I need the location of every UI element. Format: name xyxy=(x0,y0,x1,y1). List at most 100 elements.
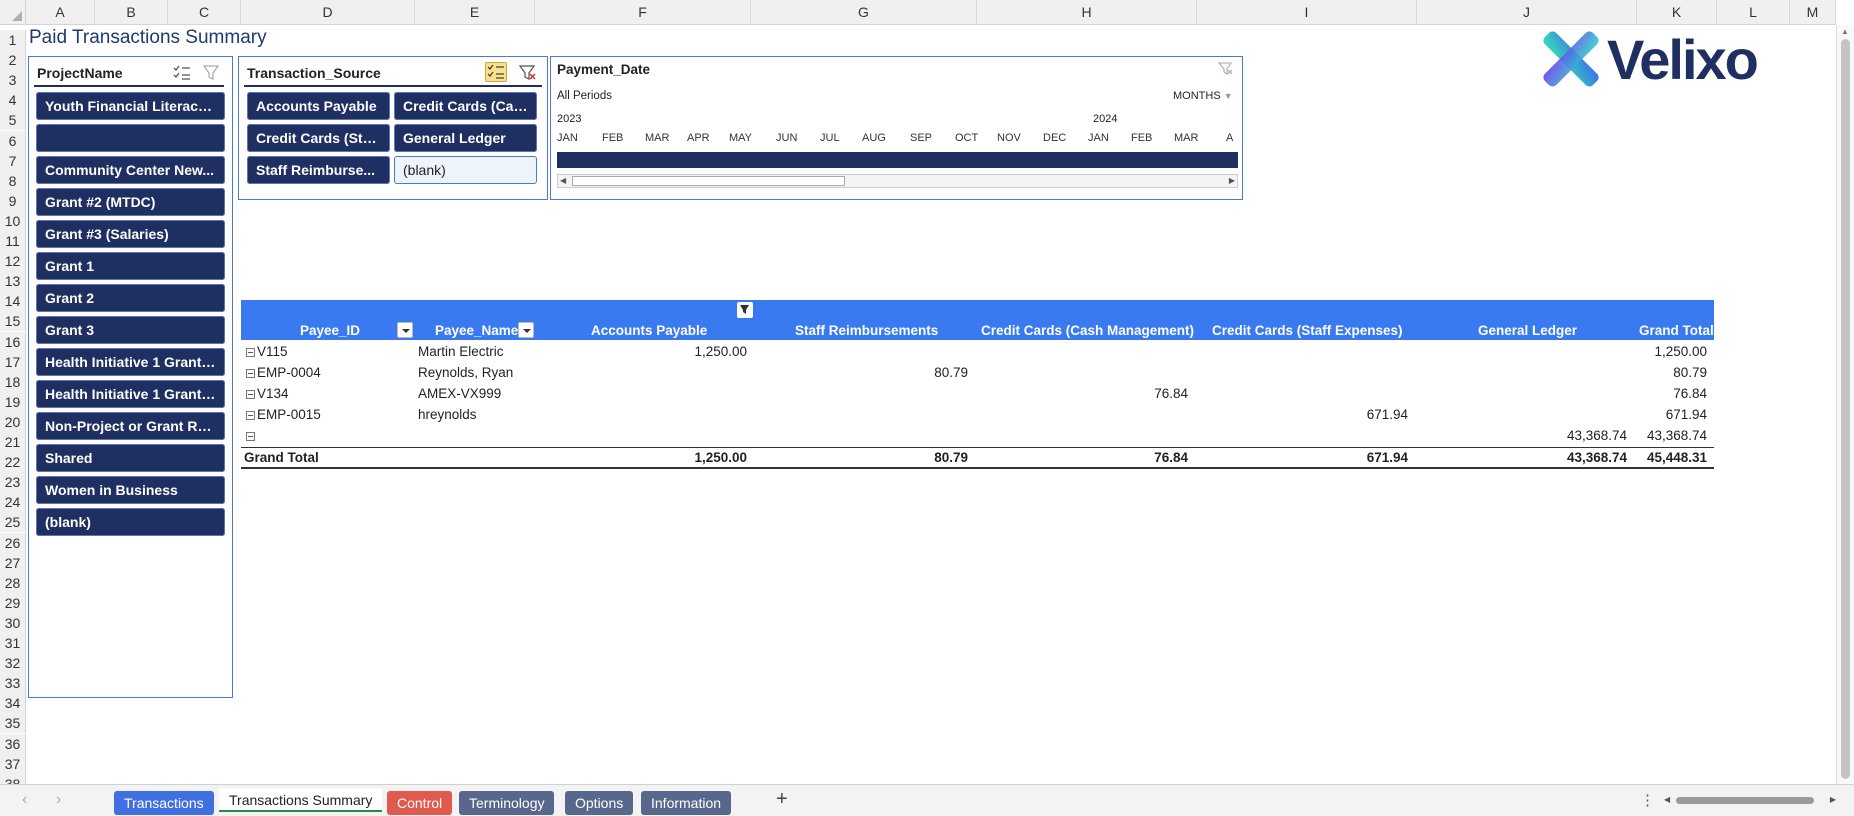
timeline-month[interactable]: JAN xyxy=(1088,132,1109,144)
project-slicer-item[interactable]: Non-Project or Grant Rel... xyxy=(36,412,225,440)
row-header-36[interactable]: 36 xyxy=(0,733,26,754)
scroll-up-icon[interactable]: ▲ xyxy=(1841,27,1849,36)
row-header-30[interactable]: 30 xyxy=(0,612,26,633)
row-header-31[interactable]: 31 xyxy=(0,633,26,653)
project-slicer[interactable]: ProjectName Youth Financial Literacy... C… xyxy=(28,56,233,698)
timeline-month[interactable]: SEP xyxy=(910,132,932,144)
multi-select-icon[interactable] xyxy=(171,63,193,83)
timeline-month[interactable]: MAR xyxy=(645,132,669,144)
timeline-month[interactable]: MAY xyxy=(729,132,752,144)
row-header-15[interactable]: 15 xyxy=(0,311,26,332)
source-slicer-item[interactable]: General Ledger xyxy=(394,124,537,152)
column-header-m[interactable]: M xyxy=(1790,0,1836,25)
project-slicer-item[interactable]: Grant 1 xyxy=(36,252,225,280)
payee-name-filter-dropdown[interactable] xyxy=(518,322,534,338)
row-header-5[interactable]: 5 xyxy=(0,110,26,131)
source-slicer-item[interactable]: Credit Cards (Sta... xyxy=(247,124,390,152)
column-header-a[interactable]: A xyxy=(26,0,95,25)
scroll-right-icon[interactable]: ▶ xyxy=(1830,795,1836,804)
project-slicer-item[interactable]: Health Initiative 1 Grant ... xyxy=(36,348,225,376)
collapse-row-icon[interactable] xyxy=(246,369,255,378)
row-header-27[interactable]: 27 xyxy=(0,552,26,573)
select-all-corner[interactable] xyxy=(0,0,26,25)
project-slicer-item[interactable]: Community Center New... xyxy=(36,156,225,184)
clear-filter-icon[interactable] xyxy=(517,63,539,83)
sheet-tab[interactable]: Control xyxy=(387,791,453,815)
timeline-month[interactable]: FEB xyxy=(1131,132,1152,144)
column-header-l[interactable]: L xyxy=(1717,0,1790,25)
source-slicer-item[interactable]: Accounts Payable xyxy=(247,92,390,120)
timeline-month[interactable]: JAN xyxy=(557,132,578,144)
timeline-selection-bar[interactable] xyxy=(557,152,1238,168)
column-header-h[interactable]: H xyxy=(977,0,1197,25)
row-header-32[interactable]: 32 xyxy=(0,653,26,674)
sheet-tab[interactable]: Options xyxy=(565,791,634,815)
column-header-i[interactable]: I xyxy=(1197,0,1417,25)
timeline-level-dropdown[interactable]: MONTHS ▼ xyxy=(1173,90,1233,102)
horizontal-scrollbar[interactable]: ◀ ▶ xyxy=(1664,794,1836,808)
sheet-tab[interactable]: Terminology xyxy=(459,791,555,815)
project-slicer-item[interactable]: Grant #3 (Salaries) xyxy=(36,220,225,248)
source-slicer-item[interactable]: Credit Cards (Cas... xyxy=(394,92,537,120)
timeline-scroll-thumb[interactable] xyxy=(572,176,845,186)
row-header-6[interactable]: 6 xyxy=(0,130,26,151)
row-header-18[interactable]: 18 xyxy=(0,371,26,392)
row-header-13[interactable]: 13 xyxy=(0,271,26,292)
row-header-1[interactable]: 1 xyxy=(0,30,26,50)
row-header-3[interactable]: 3 xyxy=(0,70,26,91)
row-header-35[interactable]: 35 xyxy=(0,713,26,734)
row-header-2[interactable]: 2 xyxy=(0,50,26,71)
project-slicer-item[interactable]: Youth Financial Literacy... xyxy=(36,92,225,120)
vertical-scrollbar[interactable]: ▲ xyxy=(1836,25,1854,784)
clear-filter-icon[interactable] xyxy=(201,63,223,83)
collapse-row-icon[interactable] xyxy=(246,432,255,441)
scroll-left-icon[interactable]: ◀ xyxy=(560,176,566,185)
payment-date-timeline[interactable]: Payment_Date All Periods MONTHS ▼ 2023 2… xyxy=(550,56,1243,200)
source-slicer-item[interactable]: (blank) xyxy=(394,156,537,184)
column-header-c[interactable]: C xyxy=(168,0,241,25)
row-header-20[interactable]: 20 xyxy=(0,411,26,432)
scroll-left-icon[interactable]: ◀ xyxy=(1664,795,1670,804)
timeline-month[interactable]: A xyxy=(1226,132,1233,144)
row-header-21[interactable]: 21 xyxy=(0,432,26,452)
more-options-icon[interactable]: ⋮ xyxy=(1640,791,1655,809)
row-header-28[interactable]: 28 xyxy=(0,572,26,593)
collapse-row-icon[interactable] xyxy=(246,348,255,357)
column-header-j[interactable]: J xyxy=(1417,0,1637,25)
timeline-scrollbar[interactable]: ◀ ▶ xyxy=(557,174,1238,188)
project-slicer-item[interactable]: Women in Business xyxy=(36,476,225,504)
row-header-14[interactable]: 14 xyxy=(0,291,26,312)
row-header-26[interactable]: 26 xyxy=(0,532,26,553)
sheet-tab[interactable]: Transactions xyxy=(114,791,214,815)
timeline-month[interactable]: JUL xyxy=(820,132,840,144)
row-header-34[interactable]: 34 xyxy=(0,693,26,714)
add-sheet-icon[interactable]: + xyxy=(776,788,788,811)
project-slicer-item[interactable]: Grant #2 (MTDC) xyxy=(36,188,225,216)
timeline-month[interactable]: OCT xyxy=(955,132,978,144)
multi-select-icon[interactable] xyxy=(485,62,507,82)
row-header-11[interactable]: 11 xyxy=(0,231,26,251)
scroll-right-icon[interactable]: ▶ xyxy=(1229,176,1235,185)
collapse-row-icon[interactable] xyxy=(246,411,255,420)
source-slicer-item[interactable]: Staff Reimburse... xyxy=(247,156,390,184)
row-header-24[interactable]: 24 xyxy=(0,492,26,513)
project-slicer-item[interactable]: (blank) xyxy=(36,508,225,536)
project-slicer-item[interactable]: Shared xyxy=(36,444,225,472)
row-header-7[interactable]: 7 xyxy=(0,150,26,171)
row-header-33[interactable]: 33 xyxy=(0,673,26,694)
project-slicer-item[interactable]: Grant 2 xyxy=(36,284,225,312)
row-header-12[interactable]: 12 xyxy=(0,251,26,272)
project-slicer-item[interactable] xyxy=(36,124,225,152)
column-header-e[interactable]: E xyxy=(415,0,535,25)
row-header-8[interactable]: 8 xyxy=(0,170,26,191)
horizontal-scroll-thumb[interactable] xyxy=(1676,797,1814,804)
project-slicer-item[interactable]: Grant 3 xyxy=(36,316,225,344)
timeline-month[interactable]: MAR xyxy=(1174,132,1198,144)
column-header-b[interactable]: B xyxy=(95,0,168,25)
timeline-month[interactable]: DEC xyxy=(1043,132,1066,144)
timeline-month[interactable]: JUN xyxy=(776,132,797,144)
row-header-23[interactable]: 23 xyxy=(0,472,26,493)
filter-field-icon[interactable] xyxy=(737,302,753,318)
row-header-10[interactable]: 10 xyxy=(0,210,26,231)
clear-filter-icon[interactable] xyxy=(1215,59,1237,79)
